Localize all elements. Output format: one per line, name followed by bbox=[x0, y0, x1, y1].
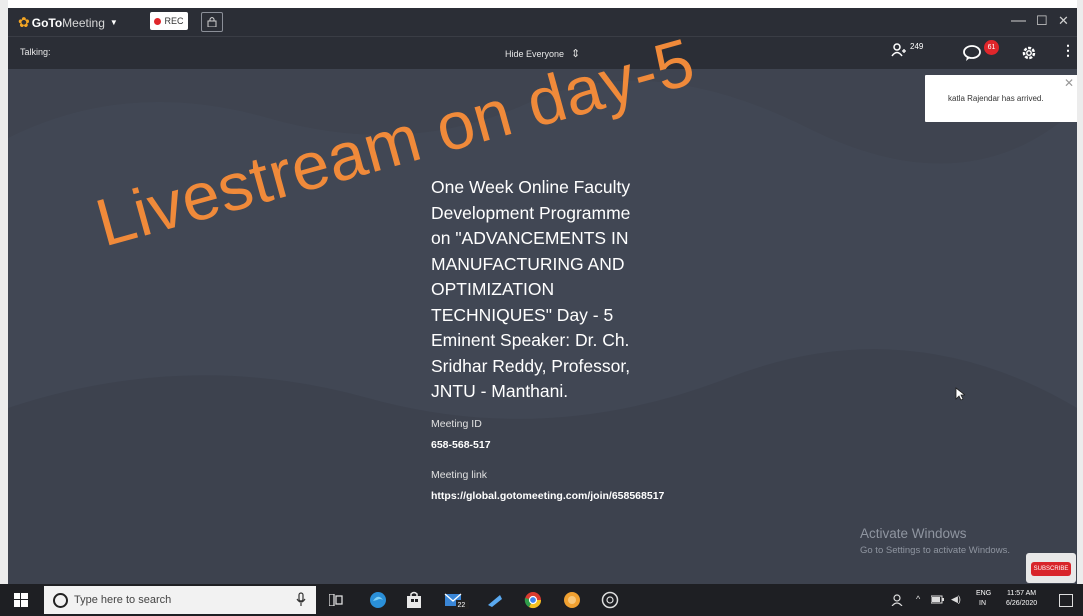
mouse-cursor-icon bbox=[955, 387, 965, 401]
presentation-line: Eminent Speaker: Dr. Ch. bbox=[431, 330, 630, 350]
presentation-line: One Week Online Faculty bbox=[431, 177, 631, 197]
mail-icon[interactable]: 22 bbox=[444, 591, 470, 609]
minimize-button[interactable]: — bbox=[1011, 12, 1026, 29]
language-indicator[interactable]: ENG IN bbox=[976, 589, 991, 609]
activate-windows-subtitle: Go to Settings to activate Windows. bbox=[860, 545, 1010, 556]
lock-icon bbox=[207, 17, 217, 27]
battery-icon[interactable] bbox=[931, 595, 945, 605]
notification-message: katla Rajendar has arrived. bbox=[948, 94, 1044, 103]
talking-indicator: Talking: bbox=[20, 47, 51, 57]
brand-meeting: Meeting bbox=[62, 15, 105, 30]
region-line: IN bbox=[979, 600, 986, 607]
arrow-app-icon[interactable] bbox=[486, 591, 504, 609]
record-button[interactable]: REC bbox=[150, 12, 188, 30]
subscribe-button[interactable]: SUBSCRIBE bbox=[1031, 562, 1071, 576]
meeting-id-value: 658-568-517 bbox=[431, 439, 491, 451]
clock-time: 11:57 AM bbox=[1007, 590, 1037, 597]
gotomeeting-menu[interactable]: ✿ GoTo Meeting ▼ bbox=[18, 14, 118, 31]
chevron-down-icon: ▼ bbox=[109, 18, 118, 27]
task-view-icon[interactable] bbox=[329, 594, 343, 606]
attendees-button[interactable]: 249 bbox=[891, 42, 924, 57]
arrival-notification: katla Rajendar has arrived. ✕ bbox=[925, 75, 1077, 122]
edge-browser-icon[interactable] bbox=[369, 591, 387, 609]
title-bar: ✿ GoTo Meeting ▼ REC — ☐ ✕ bbox=[8, 8, 1077, 36]
presentation-line: Development Programme bbox=[431, 202, 631, 223]
people-icon bbox=[891, 43, 906, 57]
volume-icon[interactable]: ◀) bbox=[951, 594, 961, 605]
hide-everyone-label: Hide Everyone bbox=[505, 48, 565, 59]
windows-start-icon[interactable] bbox=[14, 593, 28, 607]
close-button[interactable]: ✕ bbox=[1058, 13, 1069, 29]
store-icon[interactable] bbox=[405, 591, 423, 609]
maximize-button[interactable]: ☐ bbox=[1036, 13, 1048, 29]
chat-badge: 61 bbox=[984, 40, 999, 55]
record-dot-icon bbox=[154, 17, 162, 25]
presentation-line: Sridhar Reddy, Professor, bbox=[431, 355, 631, 376]
lock-meeting-button[interactable] bbox=[201, 12, 223, 32]
camera-app-icon[interactable] bbox=[601, 591, 619, 609]
presentation-text: One Week Online Faculty Development Prog… bbox=[431, 175, 691, 405]
meeting-link-value[interactable]: https://global.gotomeeting.com/join/6585… bbox=[431, 490, 664, 502]
clock-date: 6/26/2020 bbox=[1006, 600, 1038, 607]
activate-windows-title: Activate Windows bbox=[860, 526, 967, 541]
microphone-icon[interactable] bbox=[296, 592, 306, 607]
notification-close-button[interactable]: ✕ bbox=[1064, 76, 1074, 90]
chrome-icon[interactable] bbox=[524, 591, 542, 609]
system-clock[interactable]: 11:57 AM 6/26/2020 bbox=[1006, 589, 1037, 609]
search-placeholder: Type here to search bbox=[74, 594, 172, 606]
gotomeeting-window: ✿ GoTo Meeting ▼ REC — ☐ ✕ Talking: Hide… bbox=[8, 8, 1077, 584]
presentation-line: JNTU - Manthani. bbox=[431, 381, 569, 401]
windows-taskbar: Type here to search 22 ^ ◀) ENG IN 11:57… bbox=[0, 584, 1083, 616]
window-frame-right bbox=[1077, 0, 1083, 616]
language-line: ENG bbox=[976, 590, 992, 597]
chat-button[interactable] bbox=[963, 44, 983, 62]
mail-badge: 22 bbox=[458, 602, 466, 609]
record-label: REC bbox=[164, 16, 184, 26]
people-tray-icon[interactable] bbox=[891, 594, 903, 606]
presentation-line: MANUFACTURING AND bbox=[431, 253, 625, 274]
more-options-icon[interactable]: ⋮ bbox=[1061, 43, 1075, 57]
window-frame-left bbox=[0, 0, 8, 616]
youtube-subscribe-overlay: SUBSCRIBE bbox=[1026, 553, 1076, 583]
attendee-count: 249 bbox=[910, 42, 924, 51]
taskbar-search-box[interactable]: Type here to search bbox=[44, 586, 316, 614]
action-center-icon[interactable] bbox=[1059, 594, 1073, 607]
presentation-line: on "ADVANCEMENTS IN bbox=[431, 228, 629, 248]
presentation-line: OPTIMIZATION bbox=[431, 279, 555, 299]
gear-icon[interactable] bbox=[1020, 44, 1038, 62]
gotomeeting-logo-icon: ✿ bbox=[18, 14, 30, 30]
search-icon bbox=[53, 593, 68, 608]
brand-goto: GoTo bbox=[31, 15, 63, 30]
tray-chevron-up-icon[interactable]: ^ bbox=[916, 594, 920, 604]
meeting-id-label: Meeting ID bbox=[431, 418, 482, 430]
presentation-line: TECHNIQUES" Day - 5 bbox=[431, 304, 614, 325]
meeting-link-label: Meeting link bbox=[431, 469, 488, 481]
amber-app-icon[interactable] bbox=[563, 591, 581, 609]
